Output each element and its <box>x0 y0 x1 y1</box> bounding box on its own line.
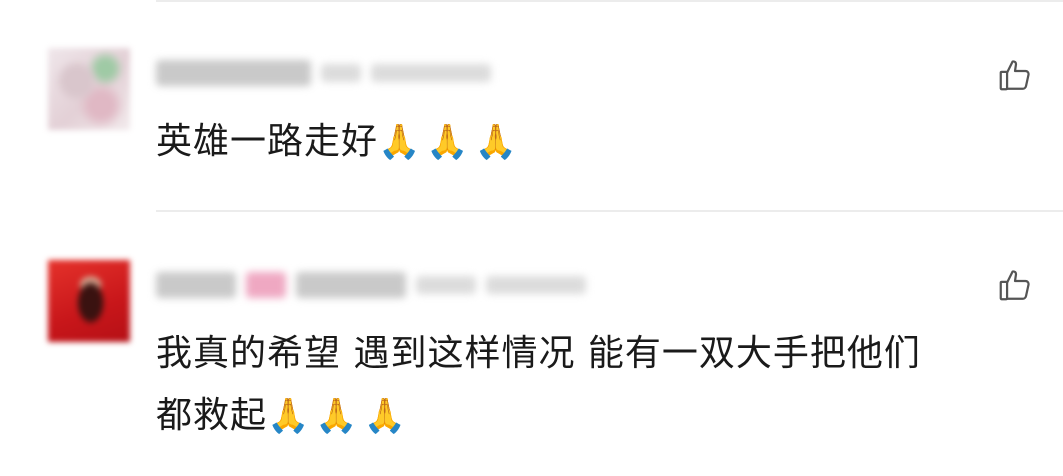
comment-body: 英雄一路走好 <box>156 121 379 162</box>
comment-list: 英雄一路走好🙏🙏🙏 我真的希望 遇到这样情况 能有一双大手把他们 都救起🙏🙏🙏 <box>0 0 1063 476</box>
like-button[interactable] <box>996 266 1034 304</box>
divider <box>156 0 1063 2</box>
username-blurred <box>156 56 491 90</box>
username-blurred <box>156 268 586 302</box>
thumbs-up-icon <box>999 270 1030 301</box>
thumbs-up-icon <box>999 60 1030 91</box>
comment-text: 英雄一路走好🙏🙏🙏 <box>156 120 523 164</box>
praying-hands-emoji: 🙏🙏🙏 <box>267 396 413 436</box>
praying-hands-emoji: 🙏🙏🙏 <box>378 122 524 162</box>
comment-text: 我真的希望 遇到这样情况 能有一双大手把他们 都救起🙏🙏🙏 <box>156 332 921 438</box>
divider <box>156 210 1063 212</box>
comment-body-line2: 都救起 <box>156 395 268 436</box>
avatar[interactable] <box>48 48 130 130</box>
comment-body-line1: 我真的希望 遇到这样情况 能有一双大手把他们 <box>156 333 921 374</box>
like-button[interactable] <box>996 56 1034 94</box>
avatar[interactable] <box>48 260 130 342</box>
